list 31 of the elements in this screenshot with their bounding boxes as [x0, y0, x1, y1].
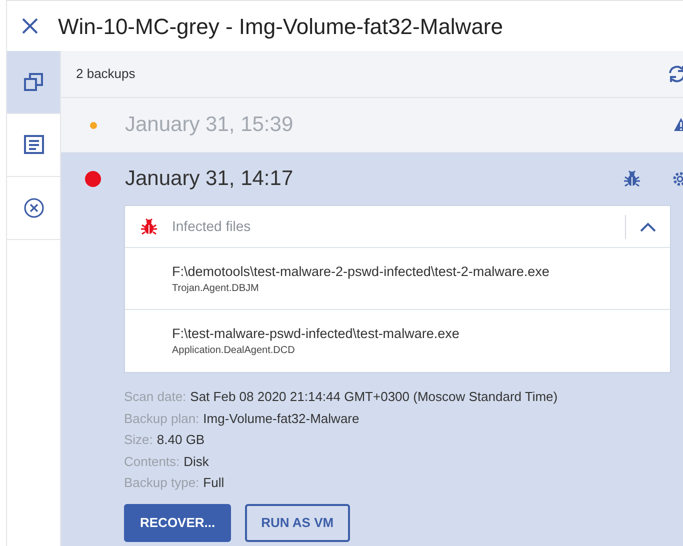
- document-list-icon: [22, 134, 44, 156]
- threat-name: Application.DealAgent.DCD: [172, 344, 296, 358]
- window-title: Win-10-MC-grey - Img-Volume-fat32-Malware: [58, 12, 503, 41]
- detail-value: Sat Feb 08 2020 21:14:44 GMT+0300 (Moscow Standard Time): [190, 388, 558, 406]
- detail-label: Contents:: [124, 452, 180, 470]
- backup-count: 2 backups: [76, 65, 136, 84]
- file-path: F:\demotools\test-malware-2-pswd-infected\test-2-malware.exe: [172, 262, 550, 281]
- action-button[interactable]: RECOVER...: [124, 504, 232, 542]
- backup-date: January 31, 15:39: [125, 112, 294, 138]
- threat-name: Trojan.Agent.DBJM: [172, 282, 260, 296]
- backup-date: January 31, 14:17: [125, 166, 294, 192]
- sidebar-tab[interactable]: [7, 51, 60, 114]
- refresh-icon[interactable]: [667, 65, 683, 83]
- file-path: F:\test-malware-pswd-infected\test-malware.exe: [172, 325, 460, 343]
- bug-icon: [140, 218, 158, 236]
- detail-value: 8.40 GB: [156, 431, 205, 449]
- bug-icon: [623, 170, 641, 188]
- detail-value: Img-Volume-fat32-Malware: [203, 410, 360, 428]
- detail-label: Size:: [124, 431, 153, 449]
- chevron-icon: [640, 222, 656, 232]
- cancel-icon: [22, 197, 44, 219]
- stacked-squares-icon: [22, 71, 44, 93]
- detail-value: Disk: [184, 452, 209, 470]
- detail-label: Backup type:: [124, 474, 200, 492]
- detail-label: Scan date:: [124, 388, 186, 406]
- detail-label: Backup plan:: [124, 410, 200, 428]
- backup-entry[interactable]: [61, 153, 683, 546]
- panel-title: Infected files: [172, 217, 251, 236]
- action-button[interactable]: RUN AS VM: [245, 504, 350, 542]
- detail-value: Full: [203, 474, 224, 492]
- close-icon[interactable]: [21, 17, 39, 35]
